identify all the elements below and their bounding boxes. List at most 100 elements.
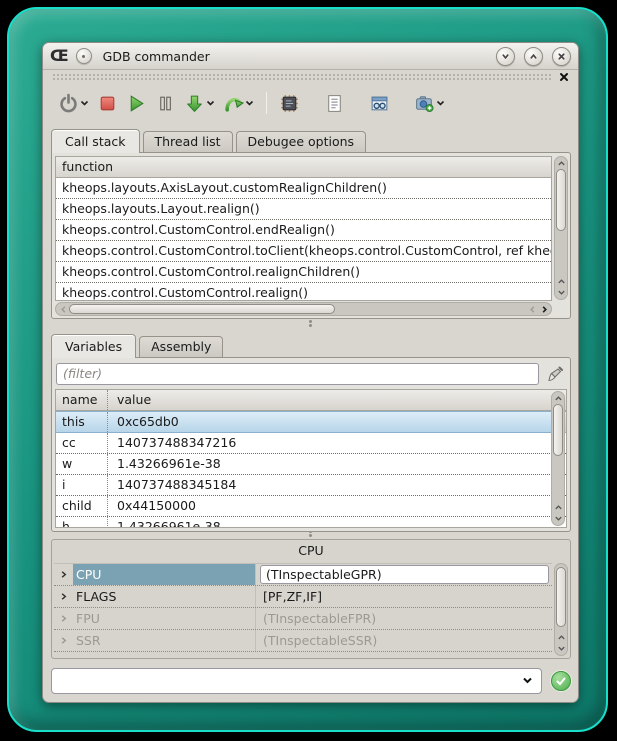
variables-table-header[interactable]: name value [56,390,566,411]
variable-row[interactable]: w 1.43266961e-38 [56,454,566,475]
column-header-value[interactable]: value [108,390,566,410]
stop-button[interactable] [94,91,121,116]
callstack-row[interactable]: kheops.control.CustomControl.toClient(kh… [56,241,551,262]
scroll-up-button[interactable] [552,502,564,513]
window-menu-button[interactable] [76,48,92,64]
power-button[interactable] [55,91,92,116]
filter-input[interactable] [56,363,539,385]
callstack-panel: function kheops.layouts.AxisLayout.custo… [51,152,571,319]
step-into-icon [184,93,205,114]
scroll-down-button[interactable] [555,643,567,654]
combo-chevron-icon[interactable] [522,676,533,685]
step-into-button[interactable] [181,91,218,116]
cpu-inspector: CPU CPU (TInspectableGPR) FLAGS [PF,ZF,I… [51,539,571,659]
step-over-button[interactable] [220,91,257,116]
titlebar[interactable]: Œ GDB commander [43,43,578,70]
scroll-up-button[interactable] [555,276,567,287]
register-name: FLAGS [73,586,256,607]
register-name: CPU [73,564,256,585]
splitter-handle[interactable] [43,532,578,539]
close-window-button[interactable] [552,47,571,66]
clear-filter-button[interactable] [544,363,566,385]
chevron-down-icon [557,288,566,297]
expand-arrow-icon[interactable] [54,608,73,629]
cpu-register-row[interactable]: CPU (TInspectableGPR) [54,564,552,586]
cpu-register-row[interactable]: FPU (TInspectableFPR) [54,608,552,630]
expand-arrow-icon[interactable] [54,630,73,651]
callstack-row[interactable]: kheops.control.CustomControl.endRealign(… [56,220,551,241]
chevron-down-icon [554,514,563,523]
watch-window-icon [369,93,390,114]
variable-row[interactable]: child 0x44150000 [56,496,566,517]
scroll-up-button[interactable] [555,632,567,643]
splitter-dots-icon [309,324,312,327]
scrollbar-thumb[interactable] [69,304,335,314]
scroll-right-button[interactable] [538,304,550,315]
shade-down-button[interactable] [496,47,515,66]
variable-name: w [56,454,108,474]
camera-add-icon [414,93,435,114]
scrollbar-thumb[interactable] [556,169,566,231]
watch-windows-button[interactable] [366,91,393,116]
scrollbar-thumb[interactable] [553,404,563,456]
tab-assembly[interactable]: Assembly [139,336,223,357]
register-name: SSR [73,630,256,651]
dock-close-icon[interactable] [559,72,569,82]
splitter-handle[interactable] [43,319,578,332]
scroll-down-button[interactable] [552,513,564,524]
run-button[interactable] [123,91,150,116]
variables-vertical-scrollbar[interactable] [551,391,565,526]
variable-row[interactable]: i 140737488345184 [56,475,566,496]
gdb-commander-window: Œ GDB commander [42,42,579,703]
cpu-register-row[interactable]: SSR (TInspectableSSR) [54,630,552,652]
callstack-tabbar: Call stack Thread list Debugee options [43,122,578,152]
snapshot-add-button[interactable] [411,91,448,116]
expand-arrow-icon[interactable] [54,586,73,607]
callstack-row[interactable]: kheops.layouts.AxisLayout.customRealignC… [56,178,551,199]
callstack-row[interactable]: kheops.control.CustomControl.realignChil… [56,262,551,283]
tab-call-stack[interactable]: Call stack [51,129,140,153]
callstack-column-header[interactable]: function [56,157,551,178]
cpu-vertical-scrollbar[interactable] [554,563,568,656]
variable-row[interactable]: h 1.43266961e-38 [56,517,566,528]
shade-up-button[interactable] [524,47,543,66]
callstack-vertical-scrollbar[interactable] [554,156,568,300]
dropdown-chevron-icon [245,99,254,107]
callstack-row[interactable]: kheops.control.CustomControl.realign() [56,283,551,301]
expand-arrow-icon[interactable] [54,564,73,585]
scrollbar-thumb[interactable] [556,567,566,627]
cpu-register-row[interactable]: FLAGS [PF,ZF,IF] [54,586,552,608]
tab-variables[interactable]: Variables [51,334,136,358]
variable-name: cc [56,433,108,453]
callstack-row[interactable]: kheops.layouts.Layout.realign() [56,199,551,220]
variable-row[interactable]: cc 140737488347216 [56,433,566,454]
dropdown-chevron-icon [206,99,215,107]
filter-row [56,362,566,385]
variable-name: h [56,517,108,528]
cpu-chip-icon [279,93,300,114]
execute-command-button[interactable] [551,671,571,691]
command-row [43,659,578,702]
command-combobox[interactable] [51,668,542,694]
column-header-name[interactable]: name [56,390,108,410]
tab-thread-list[interactable]: Thread list [143,131,233,152]
chevron-up-icon [554,503,563,512]
scroll-up-button[interactable] [555,158,567,169]
desktop-background: Œ GDB commander [0,0,617,741]
scroll-left-button[interactable] [57,304,69,315]
menu-dot-icon [82,55,85,58]
tab-debugee-options[interactable]: Debugee options [236,131,367,152]
scroll-down-button[interactable] [555,287,567,298]
chevron-down-icon [557,644,566,653]
dock-grip[interactable] [43,70,578,84]
grip-texture[interactable] [52,73,552,81]
pause-button[interactable] [152,91,179,116]
command-input[interactable] [60,673,522,688]
scroll-up-button[interactable] [552,393,564,404]
expression-list-button[interactable] [321,91,348,116]
cpu-view-button[interactable] [276,91,303,116]
variable-row[interactable]: this 0xc65db0 [56,411,566,433]
callstack-horizontal-scrollbar[interactable] [55,302,552,316]
register-value-field[interactable]: (TInspectableGPR) [260,565,549,584]
scroll-left-button[interactable] [526,304,538,315]
